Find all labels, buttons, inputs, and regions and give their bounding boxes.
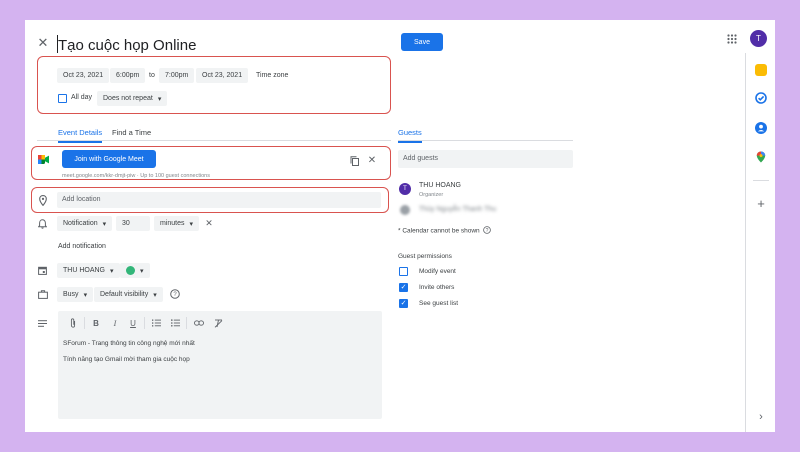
tabs-divider [37, 140, 391, 141]
close-icon[interactable]: ✕ [36, 35, 50, 50]
permission-modify-event-label: Modify event [419, 268, 456, 275]
italic-icon[interactable]: I [110, 317, 120, 329]
toolbar-separator [144, 317, 145, 329]
end-time-chip[interactable]: 7:00pm [159, 68, 195, 83]
calendar-owner-value: THU HOANG [63, 267, 105, 274]
svg-text:?: ? [486, 228, 489, 234]
organizer-name: THU HOANG [419, 182, 461, 189]
all-day-checkbox[interactable] [58, 94, 67, 103]
availability-dropdown[interactable]: Busy [57, 287, 94, 302]
event-title-input[interactable] [58, 32, 378, 58]
apps-grid-icon[interactable] [725, 32, 739, 46]
timezone-link[interactable]: Time zone [256, 72, 288, 79]
copy-icon[interactable] [348, 155, 360, 167]
guest-permissions-title: Guest permissions [398, 253, 452, 260]
maps-icon[interactable] [755, 151, 767, 163]
bold-icon[interactable]: B [91, 317, 101, 329]
attachment-icon[interactable] [68, 317, 78, 329]
permission-modify-event-checkbox[interactable] [399, 267, 408, 276]
all-day-label: All day [71, 94, 93, 101]
permission-see-guest-list-checkbox[interactable] [399, 299, 408, 308]
visibility-dropdown[interactable]: Default visibility [94, 287, 163, 302]
organizer-role: Organizer [419, 192, 444, 198]
repeat-dropdown[interactable]: Does not repeat [97, 91, 168, 106]
tab-find-a-time[interactable]: Find a Time [112, 128, 151, 137]
start-date-chip[interactable]: Oct 23, 2021 [57, 68, 110, 83]
contacts-icon[interactable] [755, 122, 767, 134]
meet-link[interactable]: meet.google.com/kkr-dmjt-piw · Up to 100… [62, 173, 210, 179]
add-notification-link[interactable]: Add notification [58, 243, 106, 250]
guest-name-blurred: Thùy Nguyễn Thanh Thu [419, 206, 497, 213]
underline-icon[interactable]: U [128, 317, 138, 329]
side-panel-divider [745, 53, 746, 432]
add-addon-icon[interactable]: + [755, 196, 767, 211]
bulleted-list-icon[interactable] [170, 317, 180, 329]
help-icon[interactable]: ? [169, 288, 181, 300]
tasks-icon[interactable] [755, 92, 767, 104]
description-icon [37, 318, 48, 328]
location-input[interactable]: Add location [57, 192, 381, 208]
datetime-highlight-box [37, 56, 391, 114]
end-date-chip[interactable]: Oct 23, 2021 [196, 68, 249, 83]
toolbar-separator [84, 317, 85, 329]
description-editor[interactable]: B I U SForum - Trang thông tin công nghệ… [58, 311, 382, 419]
svg-text:?: ? [173, 292, 177, 298]
availability-value: Busy [63, 291, 79, 298]
to-label: to [149, 72, 155, 79]
guest-avatar [400, 205, 410, 215]
remove-meet-icon[interactable]: ✕ [366, 154, 378, 166]
notification-type-value: Notification [63, 220, 98, 227]
location-placeholder: Add location [62, 196, 101, 203]
organizer-avatar: T [399, 183, 411, 195]
info-icon[interactable]: ? [483, 226, 492, 236]
bell-icon [37, 218, 48, 229]
notification-unit-value: minutes [160, 220, 185, 227]
numbered-list-icon[interactable] [151, 317, 161, 329]
toolbar-separator [186, 317, 187, 329]
permission-invite-others-checkbox[interactable] [399, 283, 408, 292]
briefcase-icon [37, 289, 48, 300]
remove-notification-icon[interactable]: ✕ [203, 217, 215, 229]
notification-unit-dropdown[interactable]: minutes [154, 216, 200, 231]
description-line-1: SForum - Trang thông tin công nghệ mới n… [63, 340, 195, 347]
account-avatar[interactable]: T [750, 30, 767, 47]
calendar-note: * Calendar cannot be shown ? [398, 226, 492, 236]
calendar-icon [37, 265, 48, 276]
description-line-2: Tính năng tạo Gmail mời tham gia cuộc họ… [63, 356, 190, 363]
notification-type-dropdown[interactable]: Notification [57, 216, 113, 231]
clear-formatting-icon[interactable] [212, 317, 224, 329]
notification-value-input[interactable]: 30 [116, 216, 150, 231]
guests-divider [398, 140, 573, 141]
side-panel-separator [753, 180, 769, 181]
chevron-right-icon[interactable]: › [755, 411, 767, 423]
google-meet-icon [38, 154, 49, 165]
event-color-dropdown[interactable] [120, 263, 150, 278]
calendar-owner-dropdown[interactable]: THU HOANG [57, 263, 120, 278]
event-color-swatch [126, 266, 135, 275]
start-time-chip[interactable]: 6:00pm [110, 68, 146, 83]
add-guests-input[interactable]: Add guests [398, 150, 573, 168]
save-button[interactable]: Save [401, 33, 443, 51]
event-editor-window: ✕ Save T + › Oct 23, 2021 6:00pm to 7:00… [25, 20, 775, 432]
location-pin-icon [37, 194, 48, 206]
join-google-meet-button[interactable]: Join with Google Meet [62, 150, 156, 168]
keep-icon[interactable] [755, 64, 767, 76]
calendar-note-text: * Calendar cannot be shown [398, 227, 480, 235]
permission-invite-others-label: Invite others [419, 284, 455, 291]
visibility-value: Default visibility [100, 291, 149, 298]
repeat-value: Does not repeat [103, 95, 153, 102]
link-icon[interactable] [193, 317, 205, 329]
add-guests-placeholder: Add guests [403, 155, 439, 162]
permission-see-guest-list-label: See guest list [419, 300, 459, 307]
